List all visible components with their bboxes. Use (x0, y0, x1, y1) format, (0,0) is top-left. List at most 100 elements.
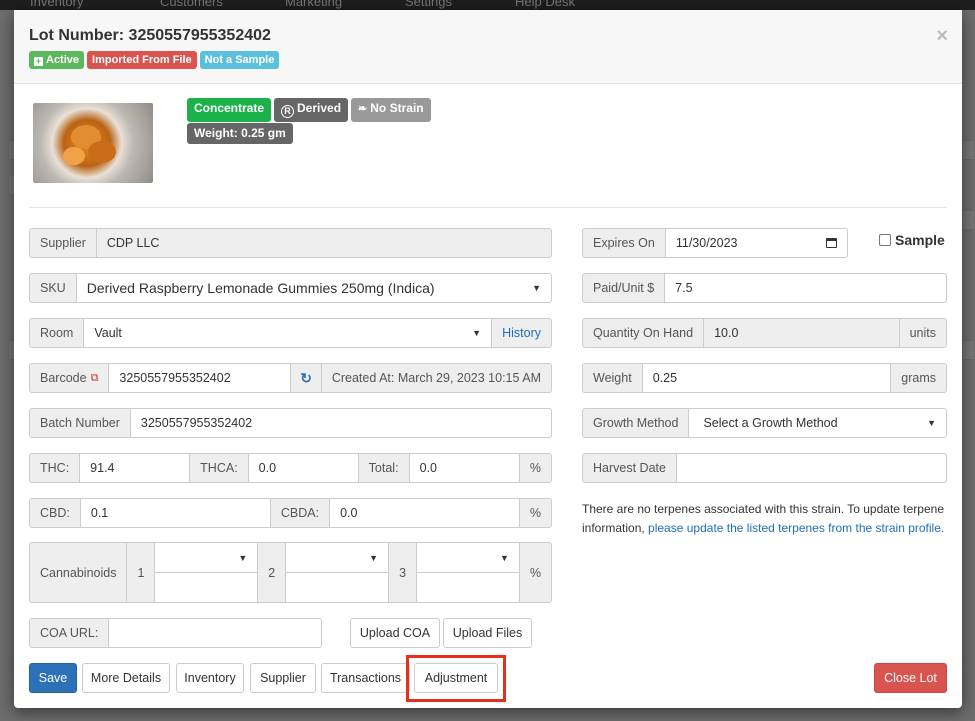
thca-label: THCA: (189, 453, 249, 483)
barcode-input[interactable]: 3250557955352402 (108, 363, 292, 393)
copy-icon[interactable]: ⧉ (91, 372, 99, 385)
batch-row: Batch Number 3250557955352402 (29, 408, 552, 438)
room-select[interactable]: Vault ▼ (83, 318, 493, 348)
thc-label: THC: (29, 453, 81, 483)
growth-method-label: Growth Method (582, 408, 690, 438)
adjustment-highlight (406, 655, 506, 702)
growth-method-select[interactable]: Select a Growth Method ▼ (688, 408, 947, 438)
sample-checkbox[interactable]: Sample (879, 232, 945, 248)
refresh-button[interactable]: ↻ (290, 363, 322, 393)
cannabinoid-1-select[interactable]: ▼ (154, 542, 259, 573)
nav-help-desk: Help Desk (515, 0, 575, 9)
caret-down-icon: ▼ (532, 283, 541, 293)
background-fragment (962, 140, 975, 160)
transactions-button[interactable]: Transactions (321, 663, 410, 693)
supplier-row: Supplier CDP LLC (29, 228, 552, 258)
units-suffix: units (898, 318, 947, 348)
thca-input[interactable]: 0.0 (247, 453, 359, 483)
sku-select[interactable]: Derived Raspberry Lemonade Gummies 250mg… (75, 273, 552, 303)
product-tags: Concentrate R Derived ❧ No Strain (187, 98, 431, 122)
cbda-input[interactable]: 0.0 (329, 498, 520, 528)
barcode-row: Barcode ⧉ 3250557955352402 ↻ Created At: … (29, 363, 552, 393)
cbda-label: CBDA: (269, 498, 331, 528)
cannabinoid-slot-3: 3 (388, 542, 418, 603)
nav-marketing: Marketing (285, 0, 343, 9)
history-link[interactable]: History (491, 318, 552, 348)
lot-modal: Lot Number: 3250557955352402 × + Active I… (14, 10, 962, 708)
category-tag: Concentrate (187, 98, 272, 122)
total-label: Total: (357, 453, 410, 483)
batch-label: Batch Number (29, 408, 131, 438)
chevron-down-icon: ▼ (927, 418, 936, 428)
harvest-date-label: Harvest Date (582, 453, 677, 483)
product-image (33, 103, 153, 183)
sku-row: SKU Derived Raspberry Lemonade Gummies 2… (29, 273, 552, 303)
cannabinoid-2-select[interactable]: ▼ (285, 542, 390, 573)
checkbox-icon[interactable] (879, 234, 891, 246)
status-badge-not-sample: Not a Sample (199, 51, 280, 69)
more-details-button[interactable]: More Details (82, 663, 170, 693)
cbd-input[interactable]: 0.1 (79, 498, 271, 528)
cannabinoids-row: Cannabinoids 1 ▼ 2 ▼ 3 ▼ % (29, 542, 553, 603)
cannabinoid-3-select[interactable]: ▼ (416, 542, 520, 573)
chevron-down-icon: ▼ (472, 328, 482, 338)
supplier-field: CDP LLC (95, 228, 552, 258)
room-label: Room (29, 318, 85, 348)
harvest-date-row: Harvest Date (582, 453, 947, 483)
percent-suffix: % (518, 542, 553, 603)
barcode-label: Barcode ⧉ (29, 363, 110, 393)
room-row: Room Vault ▼ History (29, 318, 552, 348)
coa-url-input[interactable] (108, 618, 322, 648)
chevron-down-icon: ▼ (238, 552, 248, 563)
upload-coa-button[interactable]: Upload COA (350, 618, 440, 648)
calendar-icon[interactable] (826, 238, 837, 248)
grams-suffix: grams (890, 363, 947, 393)
modal-title: Lot Number: 3250557955352402 (29, 27, 271, 44)
plus-square-icon: + (34, 56, 43, 66)
percent-suffix: % (518, 453, 552, 483)
weight-label: Weight (582, 363, 643, 393)
weight-tag: Weight: 0.25 gm (187, 123, 293, 144)
supplier-label: Supplier (29, 228, 97, 258)
divider (29, 207, 947, 208)
upload-files-button[interactable]: Upload Files (443, 618, 532, 648)
background-fragment (962, 340, 975, 360)
status-badge-imported: Imported From File (87, 51, 197, 69)
inventory-button[interactable]: Inventory (176, 663, 244, 693)
percent-suffix: % (518, 498, 552, 528)
growth-method-row: Growth Method Select a Growth Method ▼ (582, 408, 947, 438)
strain-profile-link[interactable]: please update the listed terpenes from t… (648, 521, 944, 535)
cannabinoid-1-value[interactable] (154, 572, 259, 603)
registered-circle-icon: R (281, 105, 295, 118)
nav-inventory: Inventory (30, 0, 84, 9)
cannabinoids-label: Cannabinoids (29, 542, 128, 603)
terpene-notice: There are no terpenes associated with th… (582, 502, 945, 535)
background-navbar: Inventory Customers Marketing Settings H… (0, 0, 975, 10)
cbd-row: CBD: 0.1 CBDA: 0.0 % (29, 498, 552, 528)
paid-unit-label: Paid/Unit $ (582, 273, 666, 303)
status-badge-active: + Active (29, 51, 85, 69)
total-input[interactable]: 0.0 (408, 453, 520, 483)
cannabinoid-2-value[interactable] (285, 572, 390, 603)
chevron-down-icon: ▼ (369, 552, 379, 563)
weight-input[interactable]: 0.25 (641, 363, 892, 393)
close-lot-button[interactable]: Close Lot (874, 663, 947, 693)
paid-unit-input[interactable]: 7.5 (664, 273, 947, 303)
cannabinoid-3-value[interactable] (416, 572, 520, 603)
batch-input[interactable]: 3250557955352402 (129, 408, 552, 438)
modal-header: Lot Number: 3250557955352402 × + Active I… (14, 10, 962, 84)
leaf-icon: ❧ (358, 103, 368, 115)
chevron-down-icon: ▼ (499, 552, 509, 563)
cbd-label: CBD: (29, 498, 81, 528)
close-icon[interactable]: × (936, 25, 948, 48)
save-button[interactable]: Save (29, 663, 77, 693)
type-tag: R Derived (274, 98, 349, 122)
thc-input[interactable]: 91.4 (79, 453, 191, 483)
weight-row: Weight 0.25 grams (582, 363, 947, 393)
expires-date-input[interactable]: 11/30/2023 (664, 228, 848, 258)
quantity-label: Quantity On Hand (582, 318, 705, 348)
paid-unit-row: Paid/Unit $ 7.5 (582, 273, 947, 303)
supplier-button[interactable]: Supplier (250, 663, 316, 693)
harvest-date-input[interactable] (675, 453, 947, 483)
expires-label: Expires On (582, 228, 666, 258)
